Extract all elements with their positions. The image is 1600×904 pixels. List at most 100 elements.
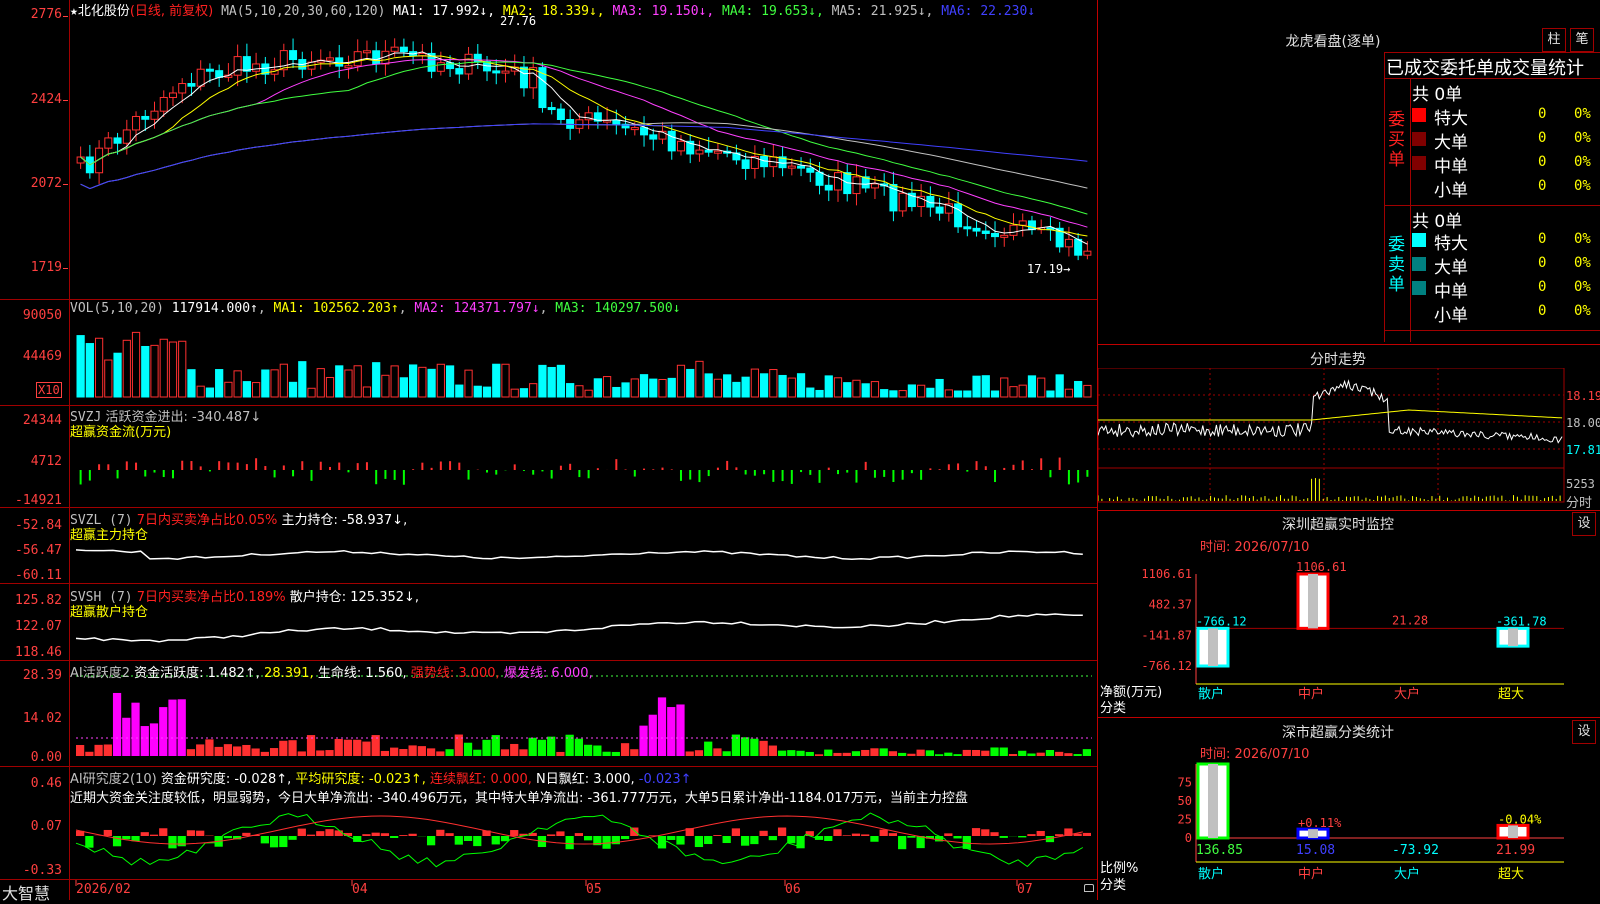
svzj-bar: [1031, 469, 1033, 470]
ai2-bar: [159, 828, 167, 836]
svzj-bar: [680, 470, 682, 481]
candle-body: [798, 166, 805, 168]
ai1-bar: [870, 748, 878, 756]
stock-name: 北化股份: [78, 4, 130, 19]
svzj-bar: [597, 468, 599, 470]
mon-bar-highlight: [1208, 628, 1218, 666]
ai1-bar: [898, 753, 906, 756]
ai1-bar: [575, 739, 583, 756]
ai1-bar: [1083, 749, 1091, 756]
stats-value-label: -73.92: [1392, 843, 1439, 858]
sz-monitor-settings-button[interactable]: 设: [1572, 512, 1596, 536]
ai2-bar: [953, 836, 961, 838]
stats-category-label: 超大: [1498, 867, 1524, 882]
svzl-axis-3: -60.11: [0, 568, 62, 583]
candlesticks: [77, 38, 1091, 260]
volume-bar: [603, 377, 610, 397]
ai2-bar: [362, 834, 370, 836]
ai1-bar: [944, 753, 952, 756]
kline-axis-2: 2424: [0, 92, 62, 107]
svsh-subtitle: 超赢散户持仓: [70, 601, 148, 620]
ai1-bar: [529, 738, 537, 756]
candle-body: [197, 69, 204, 86]
svzj-bar: [800, 470, 802, 472]
volume-bar: [252, 383, 259, 397]
svzj-axis-3: -14921: [0, 493, 62, 508]
intraday-chart[interactable]: [1098, 368, 1600, 510]
ai2-bar: [150, 835, 158, 836]
svzj-bar: [209, 470, 211, 471]
ai1-bar: [104, 744, 112, 756]
stats-bar-highlight: [1508, 825, 1518, 838]
sz-stats-settings-button[interactable]: 设: [1572, 720, 1596, 744]
candle-body: [160, 97, 167, 111]
candle-body: [502, 71, 509, 73]
ai1-bar: [501, 749, 509, 756]
svzj-axis-1: 24344: [0, 413, 62, 428]
volume-bar: [382, 375, 389, 397]
candle-body: [871, 184, 878, 188]
svzj-bar: [468, 470, 470, 480]
candle-body: [1084, 251, 1091, 255]
volume-bar: [1010, 387, 1017, 397]
ai2-bar: [723, 836, 731, 843]
lock-icon[interactable]: [1084, 884, 1094, 892]
date-label: 05: [586, 882, 602, 897]
svzj-bar: [514, 464, 516, 470]
chart-area[interactable]: ★北化股份(日线, 前复权) MA(5,10,20,30,60,120) MA1…: [0, 0, 1098, 900]
svzj-bar: [154, 470, 156, 473]
volume-bar: [520, 389, 527, 397]
ai2-axis-2: 0.07: [0, 819, 62, 834]
candle-body: [964, 227, 971, 229]
candle-body: [151, 111, 158, 119]
ai1-bar: [787, 750, 795, 756]
svzj-bars: [80, 458, 1089, 485]
ai1-bar: [990, 747, 998, 756]
ai2-bar: [316, 831, 324, 836]
ai1-bar: [852, 751, 860, 756]
order-row-label: 大单: [1434, 128, 1468, 153]
order-row-大单: 大单00%: [1412, 128, 1600, 150]
ai2-bar: [990, 832, 998, 836]
candle-body: [548, 108, 555, 110]
intraday-price-line: [1098, 381, 1562, 443]
volume-bar: [188, 370, 195, 397]
period-label[interactable]: (日线, 前复权): [130, 4, 213, 19]
volume-bar: [483, 387, 490, 397]
volume-bar: [954, 391, 961, 397]
volume-bar: [927, 388, 934, 397]
svzj-bar: [384, 470, 386, 479]
candle-body: [807, 168, 814, 172]
tick-mode-button[interactable]: 笔: [1570, 28, 1594, 52]
ai2-bar: [880, 830, 888, 836]
ai1-bar: [436, 751, 444, 756]
intraday-avg-line: [1098, 410, 1562, 420]
candle-body: [373, 51, 380, 64]
svzj-bar: [135, 463, 137, 470]
star-icon[interactable]: ★: [70, 4, 78, 19]
svzj-bar: [163, 470, 165, 477]
sz-stats-xlabel: 分类: [1100, 874, 1126, 893]
candle-body: [142, 116, 149, 119]
brand-logo[interactable]: 大智慧: [2, 880, 50, 904]
candle-body: [696, 150, 703, 154]
ai2-bar: [917, 836, 925, 848]
intraday-title: 分时走势: [1278, 349, 1398, 369]
svzj-bar: [745, 470, 747, 475]
volume-bar: [991, 391, 998, 397]
sz-monitor-title: 深圳超赢实时监控: [1238, 514, 1438, 534]
order-row-特大: 特大00%: [1412, 104, 1600, 126]
volume-bar: [206, 388, 213, 397]
svzj-bar: [569, 464, 571, 470]
volume-bar: [373, 363, 380, 397]
svzj-bar: [837, 470, 839, 474]
volume-bar: [354, 366, 361, 397]
ai1-bar: [953, 754, 961, 756]
stats-value-label: 136.85: [1196, 843, 1243, 858]
ai1-bar: [1018, 751, 1026, 756]
chart-canvas[interactable]: [0, 0, 1098, 900]
bar-mode-button[interactable]: 柱: [1542, 28, 1566, 52]
volume-bar: [696, 361, 703, 397]
ma-value-6: MA6: 22.230↓: [941, 4, 1035, 19]
ai1-bar: [427, 748, 435, 756]
